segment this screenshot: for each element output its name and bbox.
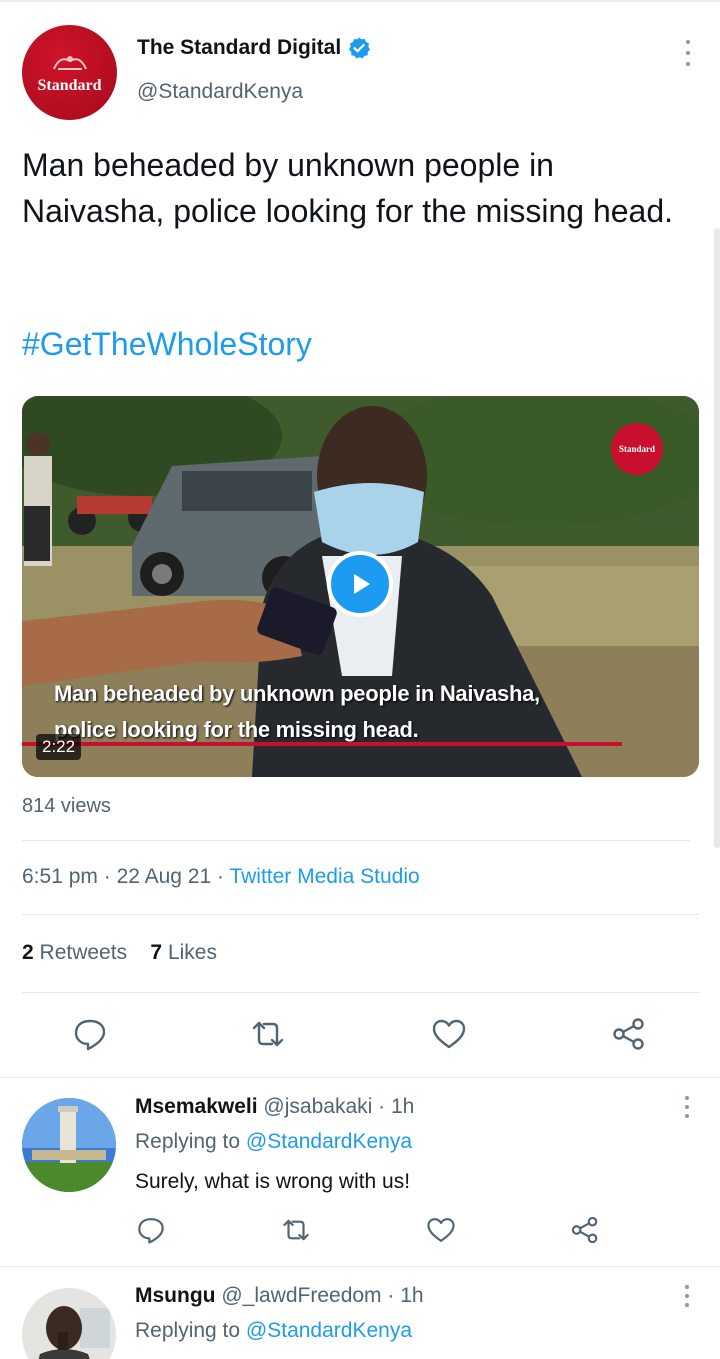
replying-to: Replying to @StandardKenya: [135, 1130, 412, 1154]
play-icon: [354, 574, 370, 594]
video-caption: Man beheaded by unknown people in Naivas…: [54, 676, 540, 748]
avatar-logo-text: Standard: [37, 76, 102, 94]
more-icon[interactable]: [684, 40, 692, 66]
replying-to-mention[interactable]: @StandardKenya: [246, 1130, 412, 1153]
tweet-text: Man beheaded by unknown people in Naivas…: [22, 147, 674, 229]
like-button[interactable]: [431, 1016, 467, 1052]
reply-separator: ·: [387, 1284, 401, 1307]
reply-more-icon[interactable]: [684, 1285, 690, 1307]
reply-button[interactable]: [72, 1016, 108, 1052]
author-name-row[interactable]: The Standard Digital: [137, 36, 371, 60]
video-player[interactable]: Standard Man beheaded by unknown people …: [22, 396, 699, 777]
tweet-meta: 6:51 pm · 22 Aug 21 · Twitter Media Stud…: [22, 865, 420, 889]
caption-underline: [22, 742, 622, 746]
crest-icon: [52, 55, 87, 70]
reply-display-name[interactable]: Msemakweli: [135, 1095, 258, 1118]
share-icon: [571, 1216, 598, 1244]
author-handle[interactable]: @StandardKenya: [137, 80, 303, 104]
divider: [22, 914, 699, 915]
engagement-stats: 2 Retweets 7 Likes: [22, 941, 217, 965]
retweets-label: Retweets: [39, 941, 128, 964]
reply-icon: [74, 1019, 106, 1051]
reply-avatar-image: [22, 1098, 116, 1192]
tweet-date[interactable]: 22 Aug 21: [117, 865, 212, 888]
reply-separator: ·: [378, 1095, 391, 1118]
retweet-icon: [252, 1021, 284, 1047]
meta-separator: ·: [103, 865, 117, 888]
reply-avatar-image: [22, 1288, 116, 1359]
likes-stat[interactable]: 7 Likes: [150, 941, 217, 964]
video-duration-badge: 2:22: [36, 734, 82, 760]
section-divider: [0, 1266, 720, 1267]
divider: [22, 992, 699, 993]
reply-reply-button[interactable]: [136, 1215, 166, 1245]
reply-text: Surely, what is wrong with us!: [135, 1170, 411, 1193]
author-avatar[interactable]: Standard: [22, 25, 117, 120]
replying-to-prefix: Replying to: [135, 1319, 241, 1342]
likes-label: Likes: [167, 941, 217, 964]
reply-like-button[interactable]: [426, 1215, 456, 1245]
tweet-time[interactable]: 6:51 pm: [22, 865, 98, 888]
share-button[interactable]: [611, 1016, 647, 1052]
retweets-stat[interactable]: 2 Retweets: [22, 941, 127, 964]
play-button[interactable]: [327, 551, 393, 617]
like-icon: [432, 1019, 466, 1049]
reply-share-button[interactable]: [570, 1215, 600, 1245]
like-icon: [427, 1218, 455, 1242]
verified-badge-icon: [349, 37, 371, 59]
retweet-button[interactable]: [250, 1016, 286, 1052]
reply-avatar[interactable]: [22, 1098, 116, 1192]
reply-age[interactable]: 1h: [400, 1284, 423, 1307]
view-count: 814 views: [22, 795, 111, 817]
reply-display-name[interactable]: Msungu: [135, 1284, 215, 1307]
likes-count: 7: [150, 941, 163, 964]
scrollbar[interactable]: [714, 228, 720, 848]
reply-header: Msemakweli @jsabakaki · 1h: [135, 1095, 414, 1119]
share-icon: [613, 1018, 644, 1050]
video-caption-line1: Man beheaded by unknown people in Naivas…: [54, 681, 540, 706]
retweet-icon: [283, 1219, 309, 1241]
top-divider: [0, 0, 720, 2]
meta-separator: ·: [217, 865, 230, 888]
reply-avatar[interactable]: [22, 1288, 116, 1359]
author-display-name[interactable]: The Standard Digital: [137, 36, 341, 60]
retweets-count: 2: [22, 941, 34, 964]
replying-to-prefix: Replying to: [135, 1130, 241, 1153]
reply-handle[interactable]: @_lawdFreedom: [221, 1284, 381, 1307]
divider: [22, 840, 690, 841]
hashtag-link[interactable]: #GetTheWholeStory: [22, 326, 312, 363]
replying-to: Replying to @StandardKenya: [135, 1319, 412, 1343]
reply-icon: [138, 1218, 164, 1244]
standard-watermark: Standard: [611, 423, 663, 475]
replying-to-mention[interactable]: @StandardKenya: [246, 1319, 412, 1342]
section-divider: [0, 1077, 720, 1078]
reply-age[interactable]: 1h: [391, 1095, 414, 1118]
reply-retweet-button[interactable]: [281, 1215, 311, 1245]
reply-handle[interactable]: @jsabakaki: [263, 1095, 372, 1118]
tweet-source-link[interactable]: Twitter Media Studio: [229, 865, 419, 888]
reply-header: Msungu @_lawdFreedom · 1h: [135, 1284, 424, 1308]
reply-more-icon[interactable]: [684, 1096, 690, 1118]
